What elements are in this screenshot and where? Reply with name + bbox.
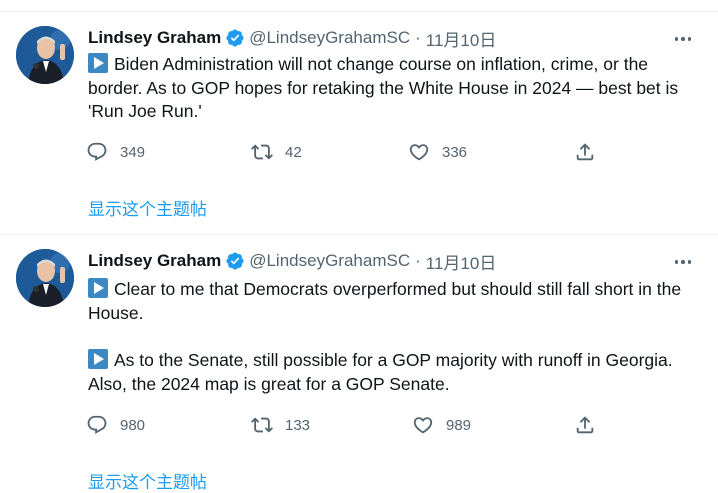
share-icon bbox=[576, 416, 594, 434]
tweet-text: Clear to me that Democrats overperformed… bbox=[88, 278, 698, 396]
retweet-count: 42 bbox=[285, 143, 302, 161]
like-count: 989 bbox=[446, 416, 472, 434]
tweet-date[interactable]: 11月10日 bbox=[426, 249, 497, 274]
tweet-paragraph-text: Biden Administration will not change cou… bbox=[88, 54, 679, 121]
verified-badge-icon bbox=[225, 251, 245, 271]
like-count: 336 bbox=[442, 143, 468, 161]
tweet-paragraph: Biden Administration will not change cou… bbox=[88, 53, 698, 124]
share-button[interactable] bbox=[574, 413, 596, 437]
tweet-paragraph-text: As to the Senate, still possible for a G… bbox=[88, 350, 673, 394]
retweet-button[interactable]: 133 bbox=[251, 413, 310, 437]
reply-button[interactable]: 349 bbox=[86, 140, 145, 164]
tweet-header: Lindsey Graham @LindseyGrahamSC · 11月10日 bbox=[88, 26, 496, 50]
reply-count: 980 bbox=[120, 416, 146, 434]
tweet-actions: 349 42 336 bbox=[86, 140, 606, 164]
reply-count: 349 bbox=[120, 143, 146, 161]
retweet-icon bbox=[251, 144, 273, 160]
retweet-icon bbox=[251, 417, 273, 433]
play-button-emoji-icon bbox=[88, 278, 108, 298]
author-handle[interactable]: @LindseyGrahamSC bbox=[249, 28, 410, 48]
reply-icon bbox=[87, 415, 107, 434]
tweet-paragraph: Clear to me that Democrats overperformed… bbox=[88, 278, 698, 325]
play-button-emoji-icon bbox=[88, 349, 108, 369]
tweet-actions: 980 133 989 bbox=[86, 413, 606, 437]
tweet-text: Biden Administration will not change cou… bbox=[88, 53, 698, 124]
tweet-paragraph: As to the Senate, still possible for a G… bbox=[88, 349, 698, 396]
tweet-header: Lindsey Graham @LindseyGrahamSC · 11月10日 bbox=[88, 249, 496, 273]
tweet-date[interactable]: 11月10日 bbox=[426, 26, 497, 51]
tweet-paragraph-text: Clear to me that Democrats overperformed… bbox=[88, 279, 682, 323]
more-icon[interactable] bbox=[672, 28, 694, 50]
share-icon bbox=[576, 143, 594, 161]
like-icon bbox=[413, 417, 433, 434]
retweet-button[interactable]: 42 bbox=[251, 140, 302, 164]
tweet-2[interactable]: Lindsey Graham @LindseyGrahamSC · 11月10日… bbox=[0, 235, 718, 493]
avatar[interactable] bbox=[16, 249, 74, 307]
tweet-1[interactable]: Lindsey Graham @LindseyGrahamSC · 11月10日… bbox=[0, 12, 718, 234]
reply-button[interactable]: 980 bbox=[86, 413, 145, 437]
like-icon bbox=[409, 144, 429, 161]
more-icon[interactable] bbox=[672, 251, 694, 273]
author-name[interactable]: Lindsey Graham bbox=[88, 251, 221, 271]
share-button[interactable] bbox=[574, 140, 596, 164]
separator: · bbox=[415, 251, 421, 270]
like-button[interactable]: 336 bbox=[408, 140, 467, 164]
author-handle[interactable]: @LindseyGrahamSC bbox=[249, 251, 410, 271]
show-thread-link[interactable]: 显示这个主题帖 bbox=[88, 195, 207, 220]
verified-badge-icon bbox=[225, 28, 245, 48]
play-button-emoji-icon bbox=[88, 53, 108, 73]
author-name[interactable]: Lindsey Graham bbox=[88, 28, 221, 48]
reply-icon bbox=[87, 142, 107, 161]
show-thread-link[interactable]: 显示这个主题帖 bbox=[88, 468, 207, 493]
avatar[interactable] bbox=[16, 26, 74, 84]
retweet-count: 133 bbox=[285, 416, 311, 434]
separator: · bbox=[415, 28, 421, 47]
like-button[interactable]: 989 bbox=[412, 413, 471, 437]
